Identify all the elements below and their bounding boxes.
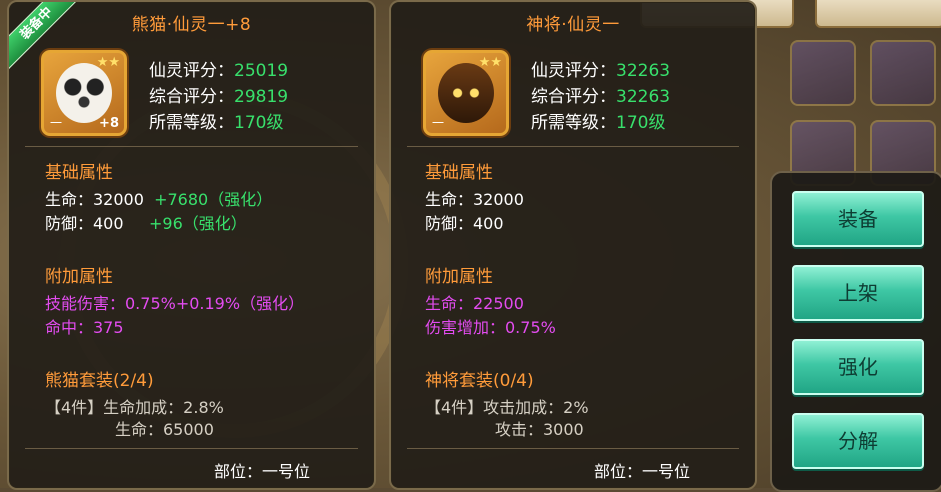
defense-attribute: 防御：400 xyxy=(425,214,504,233)
equipped-spirit-tooltip: 熊猫·仙灵一+8 ★★ 一 +8 仙灵评分：25019 综合评分：29819 所… xyxy=(7,0,376,490)
extra-attributes-heading: 附加属性 xyxy=(45,267,113,287)
extra-attributes-heading: 附加属性 xyxy=(425,267,493,287)
background-spirit-tile xyxy=(870,40,936,106)
star-icon: ★★ xyxy=(96,55,120,70)
hp-attribute: 生命：32000 xyxy=(425,190,524,209)
base-attributes-heading: 基础属性 xyxy=(425,163,493,183)
equipped-badge: 装备中 xyxy=(9,2,79,72)
background-spirit-tile xyxy=(790,40,856,106)
panda-icon xyxy=(56,63,112,123)
candidate-spirit-tooltip: 神将·仙灵一 ★★ 一 仙灵评分：32263 综合评分：32263 所需等级：1… xyxy=(389,0,757,490)
general-helmet-icon xyxy=(438,63,494,123)
required-level: 所需等级：170级 xyxy=(531,113,666,133)
list-for-sale-button[interactable]: 上架 xyxy=(792,265,924,321)
avatar-rank: 一 xyxy=(432,116,445,130)
damage-increase-attribute: 伤害增加：0.75% xyxy=(425,318,556,337)
spirit-score: 仙灵评分：32263 xyxy=(531,61,671,81)
hit-attribute: 命中：375 xyxy=(45,318,124,337)
spirit-title: 神将·仙灵一 xyxy=(526,15,620,35)
slot-position: 部位：一号位 xyxy=(594,462,691,481)
hp-attribute: 生命：32000 +7680（强化） xyxy=(45,190,273,209)
action-menu: 装备 上架 强化 分解 xyxy=(770,171,941,492)
background-quality-button xyxy=(815,0,941,28)
decompose-button[interactable]: 分解 xyxy=(792,413,924,469)
spirit-avatar: ★★ 一 xyxy=(423,50,509,136)
base-attributes-heading: 基础属性 xyxy=(45,163,113,183)
divider xyxy=(25,448,358,449)
overall-score: 综合评分：32263 xyxy=(531,87,671,107)
divider xyxy=(407,448,739,449)
avatar-rank: 一 xyxy=(50,116,63,130)
hp-extra-attribute: 生命：22500 xyxy=(425,294,524,313)
set-bonus-line: 攻击：3000 xyxy=(495,420,584,439)
set-bonus-heading: 熊猫套装(2/4) xyxy=(45,371,154,391)
equip-button[interactable]: 装备 xyxy=(792,191,924,247)
slot-position: 部位：一号位 xyxy=(214,462,311,481)
enhance-button[interactable]: 强化 xyxy=(792,339,924,395)
set-bonus-line: 【4件】生命加成：2.8% xyxy=(45,398,224,417)
overall-score: 综合评分：29819 xyxy=(149,87,289,107)
set-bonus-line: 【4件】攻击加成：2% xyxy=(425,398,589,417)
set-bonus-line: 生命：65000 xyxy=(115,420,214,439)
equipped-ribbon: 装备中 xyxy=(9,2,79,72)
required-level: 所需等级：170级 xyxy=(149,113,284,133)
avatar-enhance-level: +8 xyxy=(99,116,119,131)
skill-damage-attribute: 技能伤害：0.75%+0.19%（强化） xyxy=(45,294,305,313)
set-bonus-heading: 神将套装(0/4) xyxy=(425,371,534,391)
star-icon: ★★ xyxy=(478,55,502,70)
divider xyxy=(407,146,739,147)
defense-attribute: 防御：400 +96（强化） xyxy=(45,214,247,233)
spirit-score: 仙灵评分：25019 xyxy=(149,61,289,81)
divider xyxy=(25,146,358,147)
